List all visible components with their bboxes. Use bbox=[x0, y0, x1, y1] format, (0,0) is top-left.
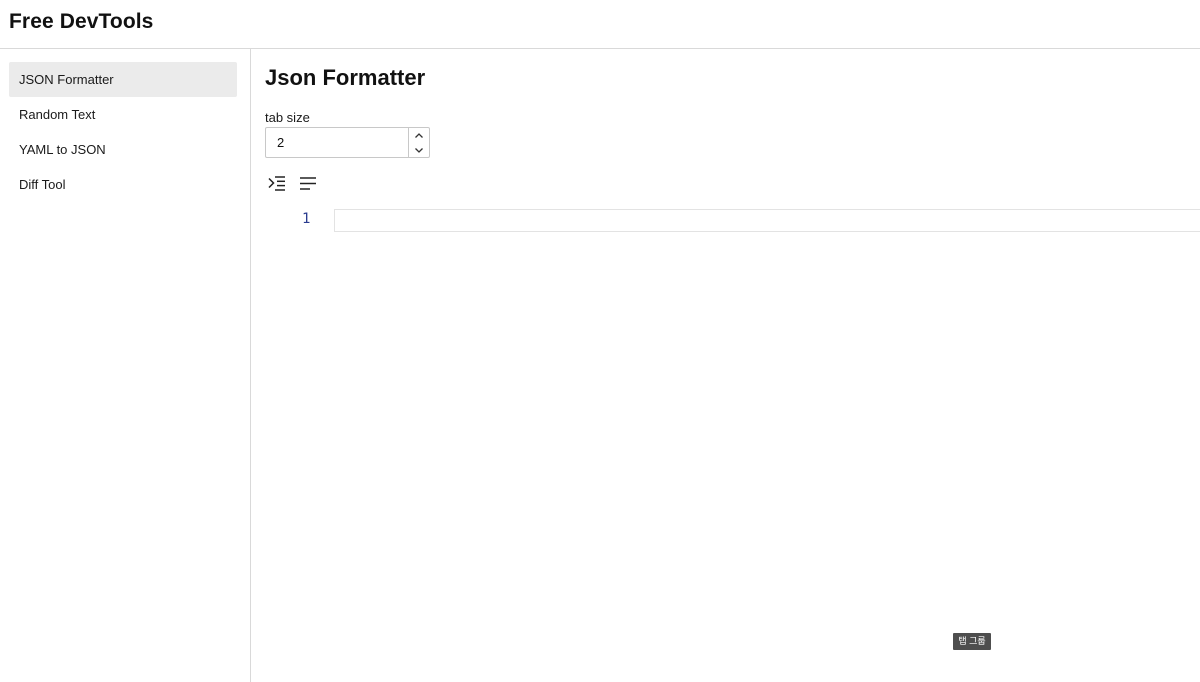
tab-size-stepper bbox=[408, 128, 429, 157]
tab-size-input[interactable]: 2 bbox=[265, 127, 430, 158]
app-header: Free DevTools bbox=[0, 0, 1200, 49]
page-title: Json Formatter bbox=[265, 65, 426, 90]
indent-format-icon bbox=[268, 176, 285, 191]
app-title: Free DevTools bbox=[9, 10, 154, 33]
chevron-up-icon bbox=[415, 132, 423, 138]
format-indent-button[interactable] bbox=[267, 175, 287, 192]
increment-button[interactable] bbox=[409, 128, 429, 142]
minify-button[interactable] bbox=[298, 175, 318, 192]
sidebar-item-json-formatter[interactable]: JSON Formatter bbox=[9, 62, 237, 97]
chevron-down-icon bbox=[415, 147, 423, 153]
main-content: Json Formatter tab size 2 1 bbox=[252, 49, 1200, 682]
json-editor-input[interactable] bbox=[334, 209, 1200, 232]
sidebar-item-random-text[interactable]: Random Text bbox=[9, 97, 237, 132]
decrement-button[interactable] bbox=[409, 143, 429, 157]
sidebar-item-diff-tool[interactable]: Diff Tool bbox=[9, 167, 237, 202]
tab-size-label: tab size bbox=[265, 110, 310, 125]
sidebar: JSON Formatter Random Text YAML to JSON … bbox=[0, 49, 251, 682]
tab-size-value[interactable]: 2 bbox=[277, 128, 284, 157]
sidebar-item-yaml-to-json[interactable]: YAML to JSON bbox=[9, 132, 237, 167]
line-number: 1 bbox=[302, 211, 311, 227]
text-align-left-icon bbox=[300, 177, 316, 190]
tab-group-tooltip: 탭 그룹 bbox=[953, 633, 991, 650]
